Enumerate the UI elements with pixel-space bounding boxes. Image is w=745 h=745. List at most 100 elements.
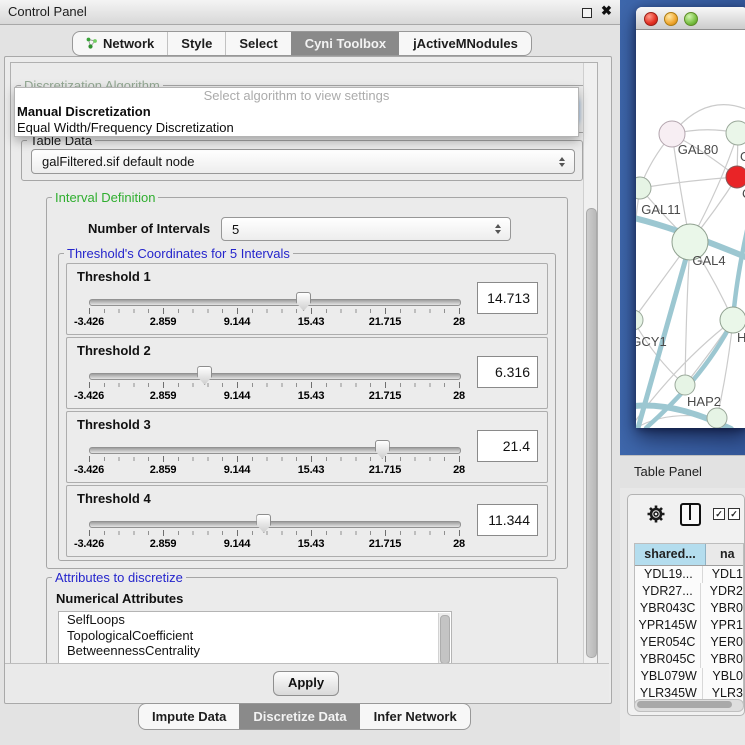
table-row[interactable]: YPR145WYPR1 [635, 617, 743, 634]
network-node[interactable] [726, 121, 745, 145]
table-panel-body: ✓ ✓ shared... na YDL19...YDL1YDR27...YDR… [620, 488, 745, 745]
threshold-label: Threshold 1 [77, 269, 151, 284]
threshold-value-field[interactable]: 6.316 [477, 356, 538, 388]
cell-shared-name: YBR043C [635, 600, 701, 617]
table-row[interactable]: YBR045CYBR0 [635, 651, 743, 668]
tick-label: -3.426 [74, 538, 104, 550]
list-scrollbar[interactable] [438, 613, 450, 664]
control-panel-titlebar: Control Panel ✖ [0, 0, 620, 25]
numerical-attributes-header: Numerical Attributes [56, 591, 183, 606]
threshold-value-field[interactable]: 14.713 [477, 282, 538, 314]
threshold-label: Threshold 4 [77, 491, 151, 506]
checkbox-icon[interactable]: ✓ [713, 508, 725, 520]
tab-label: Impute Data [152, 709, 226, 724]
slider-track[interactable] [89, 299, 461, 306]
float-window-icon[interactable] [582, 8, 592, 18]
panel-title: Control Panel [8, 4, 87, 19]
network-canvas[interactable]: GAL80GACGAL11GAL4GCY1HHAP2 [636, 30, 745, 428]
cell-name: YPR1 [701, 617, 743, 634]
major-tick [89, 382, 90, 388]
major-tick [385, 382, 386, 388]
major-tick [385, 456, 386, 462]
table-panel-title: Table Panel [634, 464, 702, 479]
tab-infer-network[interactable]: Infer Network [360, 704, 470, 729]
threshold-slider[interactable]: -3.4262.8599.14415.4321.71528 [89, 438, 459, 480]
minimize-traffic-light-icon[interactable] [664, 12, 678, 26]
network-node[interactable] [675, 375, 695, 395]
slider-track[interactable] [89, 447, 461, 454]
tick-label: 9.144 [224, 464, 251, 476]
network-node[interactable] [726, 166, 745, 188]
column-header-shared[interactable]: shared... [635, 544, 706, 565]
threshold-slider[interactable]: -3.4262.8599.14415.4321.71528 [89, 290, 459, 332]
algorithm-option[interactable]: Equal Width/Frequency Discretization [15, 120, 578, 136]
major-tick [89, 530, 90, 536]
tab-cyni-toolbox[interactable]: Cyni Toolbox [291, 32, 399, 55]
algorithm-option[interactable]: Manual Discretization [15, 104, 578, 120]
tick-label: 2.859 [150, 464, 177, 476]
network-node[interactable] [636, 177, 651, 199]
threshold-block: Threshold 3 -3.4262.8599.14415.4321.7152… [66, 411, 548, 483]
slider-track[interactable] [89, 373, 461, 380]
tab-discretize-data[interactable]: Discretize Data [239, 704, 359, 729]
tab-jactivemnodules[interactable]: jActiveMNodules [399, 32, 531, 55]
major-tick [459, 382, 460, 388]
network-node[interactable] [707, 408, 727, 428]
column-header-name[interactable]: na [706, 544, 743, 565]
attribute-item[interactable]: TopologicalCoefficient [59, 628, 451, 644]
table-data-combobox[interactable]: galFiltered.sif default node [31, 149, 575, 174]
table-hscrollbar[interactable] [634, 699, 744, 712]
tick-label: 2.859 [150, 316, 177, 328]
tab-label: Infer Network [374, 709, 457, 724]
zoom-traffic-light-icon[interactable] [684, 12, 698, 26]
screen: Control Panel ✖ NetworkStyle Select Cyni T… [0, 0, 745, 745]
cell-name: YER0 [701, 634, 743, 651]
tab-label: Select [239, 36, 277, 51]
columns-icon[interactable] [680, 503, 701, 526]
network-node[interactable] [636, 310, 643, 330]
cell-name: YDR2 [701, 583, 743, 600]
tab-style[interactable]: Style [167, 32, 225, 55]
panel-scrollbar[interactable] [583, 63, 597, 663]
table-row[interactable]: YBL079WYBL0 [635, 668, 743, 685]
threshold-slider[interactable]: -3.4262.8599.14415.4321.71528 [89, 512, 459, 554]
close-traffic-light-icon[interactable] [644, 12, 658, 26]
attribute-item[interactable]: BetweennessCentrality [59, 643, 451, 659]
apply-button[interactable]: Apply [273, 671, 339, 696]
table-row[interactable]: YDR27...YDR2 [635, 583, 743, 600]
table-row[interactable]: YDL19...YDL1 [635, 566, 743, 583]
checkbox-icon[interactable]: ✓ [728, 508, 740, 520]
threshold-value-field[interactable]: 11.344 [477, 504, 538, 536]
slider-track[interactable] [89, 521, 461, 528]
network-icon [86, 37, 98, 50]
right-panel: GAL80GACGAL11GAL4GCY1HHAP2 Table Panel [620, 0, 745, 745]
tick-label: 15.43 [298, 464, 325, 476]
spinner-arrows-icon [559, 157, 565, 167]
tick-label: 21.715 [369, 464, 401, 476]
major-tick [311, 456, 312, 462]
cell-shared-name: YBR045C [635, 651, 701, 668]
node-table[interactable]: shared... na YDL19...YDL1YDR27...YDR2YBR… [634, 543, 744, 707]
tab-impute-data[interactable]: Impute Data [139, 704, 239, 729]
threshold-value-field[interactable]: 21.4 [477, 430, 538, 462]
tab-network[interactable]: Network [73, 32, 167, 55]
attribute-item[interactable]: SelfLoops [59, 612, 451, 628]
major-tick [459, 530, 460, 536]
tab-select[interactable]: Select [225, 32, 290, 55]
threshold-slider[interactable]: -3.4262.8599.14415.4321.71528 [89, 364, 459, 406]
table-row[interactable]: YER054CYER0 [635, 634, 743, 651]
major-tick [237, 308, 238, 314]
hscrollbar-thumb[interactable] [637, 701, 732, 708]
major-tick [89, 456, 90, 462]
tick-label: 15.43 [298, 316, 325, 328]
close-icon[interactable]: ✖ [601, 3, 612, 19]
slider-minor-ticks [89, 383, 459, 387]
numerical-attributes-list[interactable]: SelfLoopsTopologicalCoefficientBetweenne… [58, 611, 452, 664]
number-of-intervals-combobox[interactable]: 5 [221, 217, 511, 241]
tick-label: 15.43 [298, 538, 325, 550]
network-view-window[interactable]: GAL80GACGAL11GAL4GCY1HHAP2 [636, 7, 745, 428]
tick-label: 28 [453, 390, 465, 402]
gear-icon[interactable] [646, 504, 666, 524]
scrollbar-thumb[interactable] [586, 208, 597, 658]
table-row[interactable]: YBR043CYBR0 [635, 600, 743, 617]
